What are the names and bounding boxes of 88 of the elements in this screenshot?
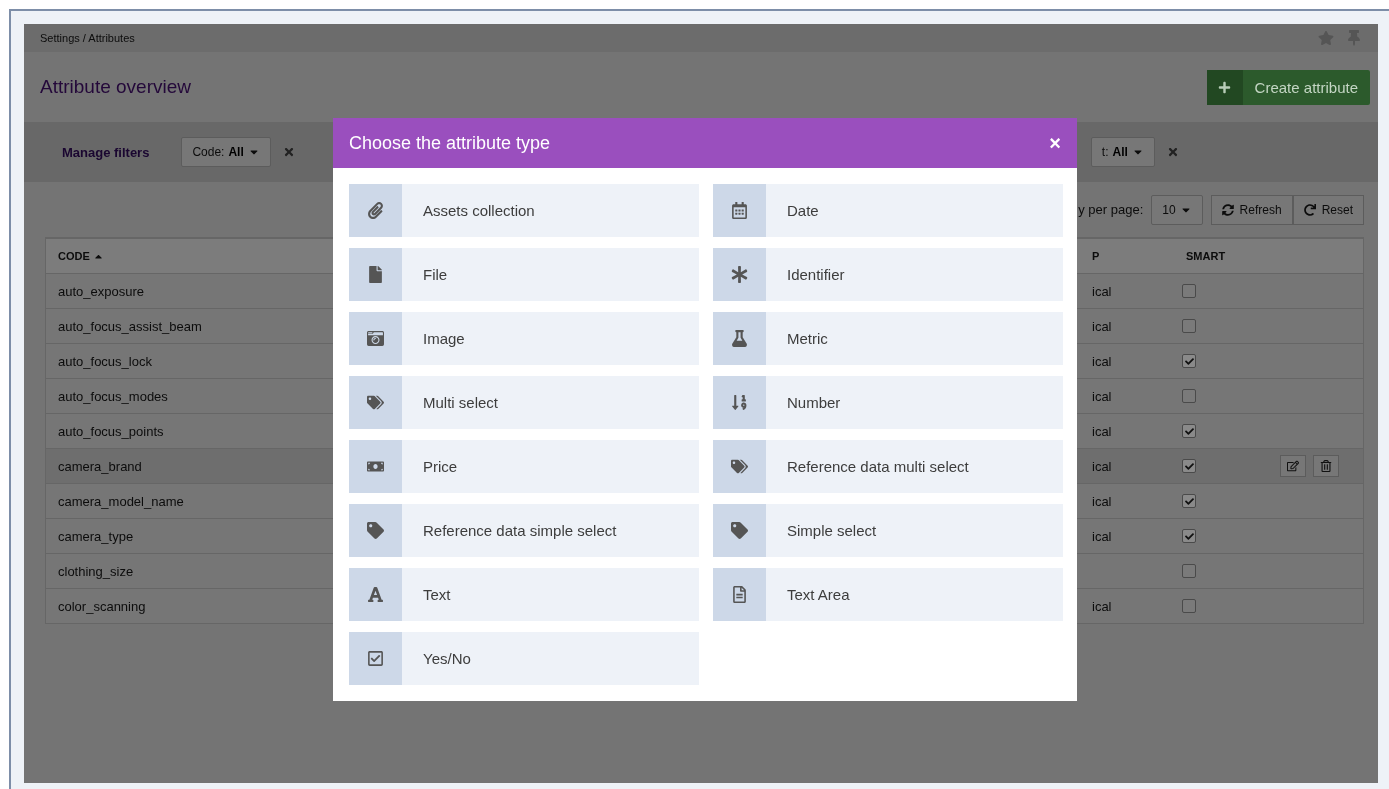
calendar-icon xyxy=(731,202,748,219)
table-cell-text: ical xyxy=(1091,318,1113,334)
attribute-type-option[interactable]: Number xyxy=(713,376,1063,429)
tags-icon xyxy=(367,394,384,411)
remove-filter-icon[interactable] xyxy=(282,146,295,158)
modal-title: Choose the attribute type xyxy=(349,132,551,154)
column-header[interactable]: CODE xyxy=(46,250,334,262)
table-cell-text: auto_focus_assist_beam xyxy=(57,318,203,334)
column-header: P xyxy=(1091,250,1101,262)
attribute-type-option[interactable]: Simple select xyxy=(713,504,1063,557)
checkbox[interactable] xyxy=(1182,459,1196,473)
tag-icon xyxy=(367,522,384,539)
per-page-label: y per page: xyxy=(1078,202,1144,217)
font-icon xyxy=(367,586,384,603)
attribute-type-option[interactable]: Text xyxy=(349,568,699,621)
reset-button[interactable]: Reset xyxy=(1292,194,1364,225)
table-cell-text: ical xyxy=(1091,388,1113,404)
checkbox[interactable] xyxy=(1182,284,1196,298)
table-cell-text: ical xyxy=(1091,353,1113,369)
checkbox[interactable] xyxy=(1182,599,1196,613)
checkbox[interactable] xyxy=(1182,319,1196,333)
table-cell-text: auto_focus_modes xyxy=(57,388,169,404)
banknote-icon xyxy=(367,458,384,475)
camera-icon xyxy=(367,330,384,347)
attribute-type-option[interactable]: Image xyxy=(349,312,699,365)
table-cell-text: clothing_size xyxy=(57,563,135,579)
refresh-button[interactable]: Refresh xyxy=(1210,194,1293,225)
table-cell-text: auto_focus_points xyxy=(57,423,165,439)
checkbox[interactable] xyxy=(1182,564,1196,578)
table-cell-text: camera_model_name xyxy=(57,493,185,509)
star-icon[interactable] xyxy=(1318,30,1334,46)
filter-dropdown[interactable]: t: All xyxy=(1090,137,1155,167)
asterisk-icon xyxy=(731,266,748,283)
trash-icon xyxy=(1320,460,1332,472)
checkbox[interactable] xyxy=(1182,389,1196,403)
attribute-type-option[interactable]: Text Area xyxy=(713,568,1063,621)
column-header: SMART xyxy=(1185,250,1227,262)
tag-icon xyxy=(731,522,748,539)
check-icon xyxy=(1184,426,1194,436)
checkbox-icon xyxy=(367,650,384,667)
checkbox[interactable] xyxy=(1182,494,1196,508)
table-cell-text: ical xyxy=(1091,598,1113,614)
page-title: Attribute overview xyxy=(40,76,191,98)
checkbox[interactable] xyxy=(1182,424,1196,438)
per-page-dropdown[interactable]: 10 xyxy=(1151,194,1203,225)
check-icon xyxy=(1184,496,1194,506)
attribute-type-option[interactable]: Yes/No xyxy=(349,632,699,685)
edit-button[interactable] xyxy=(1280,455,1306,477)
table-cell-text: camera_type xyxy=(57,528,135,544)
table-cell-text: ical xyxy=(1091,283,1113,299)
paperclip-icon xyxy=(367,202,384,219)
table-cell-text: camera_brand xyxy=(57,458,143,474)
document-icon xyxy=(731,586,748,603)
plus-icon xyxy=(1218,80,1232,94)
table-cell-text: color_scanning xyxy=(57,598,147,614)
remove-filter-icon[interactable] xyxy=(1166,146,1179,158)
attribute-type-option[interactable]: File xyxy=(349,248,699,301)
create-attribute-button[interactable]: Create attribute xyxy=(1206,69,1370,105)
attribute-type-option[interactable]: Reference data simple select xyxy=(349,504,699,557)
attribute-type-option[interactable]: Multi select xyxy=(349,376,699,429)
table-cell-text: auto_exposure xyxy=(57,283,145,299)
delete-button[interactable] xyxy=(1313,455,1339,477)
attribute-type-option[interactable]: Assets collection xyxy=(349,184,699,237)
attribute-type-option[interactable]: Date xyxy=(713,184,1063,237)
attribute-type-option[interactable]: Identifier xyxy=(713,248,1063,301)
close-button[interactable]: × xyxy=(1049,131,1061,155)
table-cell-text: ical xyxy=(1091,493,1113,509)
edit-icon xyxy=(1287,460,1299,472)
file-icon xyxy=(367,266,384,283)
checkbox[interactable] xyxy=(1182,354,1196,368)
flask-icon xyxy=(731,330,748,347)
filter-dropdown[interactable]: Code: All xyxy=(181,137,271,167)
table-cell-text: ical xyxy=(1091,458,1113,474)
table-cell-text: ical xyxy=(1091,528,1113,544)
table-cell-text: auto_focus_lock xyxy=(57,353,153,369)
table-cell-text: ical xyxy=(1091,423,1113,439)
attribute-type-option[interactable]: Metric xyxy=(713,312,1063,365)
checkbox[interactable] xyxy=(1182,529,1196,543)
refresh-icon xyxy=(1221,203,1234,216)
breadcrumb: Settings / Attributes xyxy=(40,32,135,44)
numeric-sort-icon xyxy=(731,394,748,411)
check-icon xyxy=(1184,531,1194,541)
check-icon xyxy=(1184,461,1194,471)
reset-icon xyxy=(1303,203,1316,216)
tags-icon xyxy=(731,458,748,475)
attribute-type-option[interactable]: Price xyxy=(349,440,699,493)
attribute-type-option[interactable]: Reference data multi select xyxy=(713,440,1063,493)
check-icon xyxy=(1184,356,1194,366)
